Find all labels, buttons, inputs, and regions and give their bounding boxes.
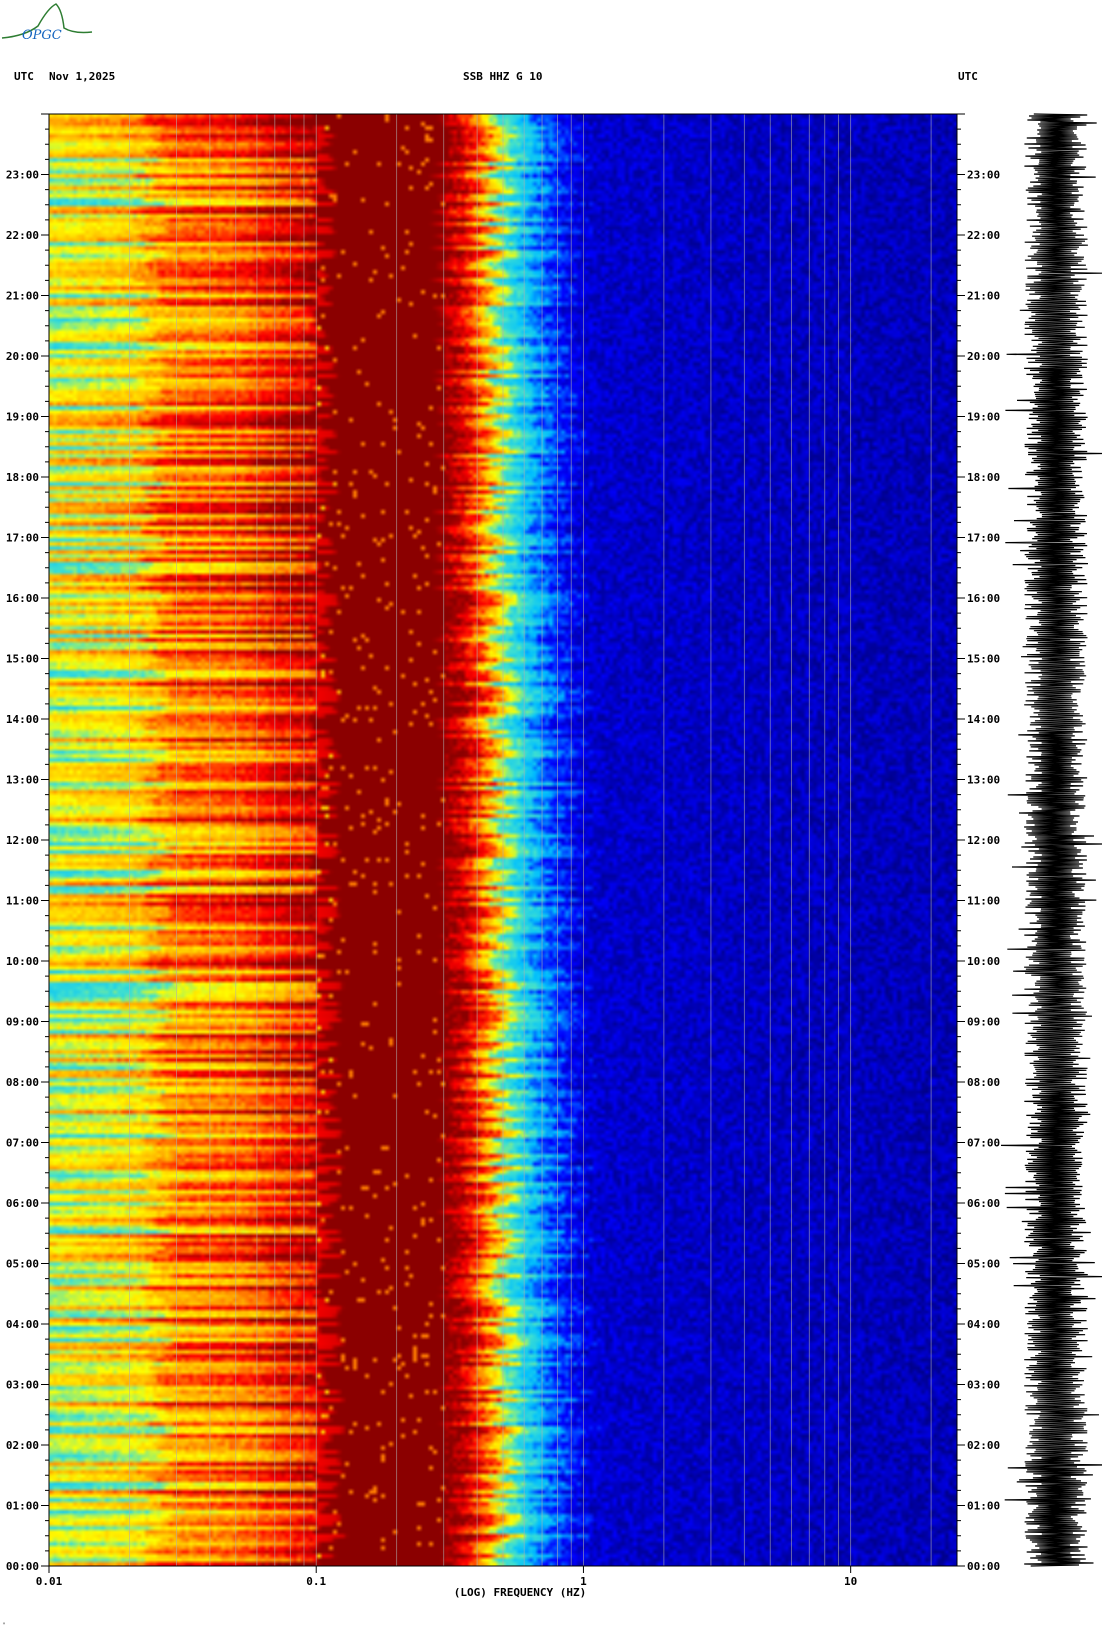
- frequency-axis: 0.01 0.1 1 10: [36, 1566, 857, 1588]
- y-tick-label-left: 08:00: [6, 1076, 39, 1089]
- y-tick-label-right: 04:00: [967, 1318, 1000, 1331]
- y-tick-label-left: 06:00: [6, 1197, 39, 1210]
- y-tick-label-right: 05:00: [967, 1258, 1000, 1271]
- y-tick-label-right: 19:00: [967, 411, 1000, 424]
- x-tick-label: 10: [844, 1575, 857, 1588]
- y-tick-label-right: 14:00: [967, 713, 1000, 726]
- y-tick-label-right: 17:00: [967, 532, 1000, 545]
- y-tick-label-right: 10:00: [967, 955, 1000, 968]
- y-tick-label-left: 21:00: [6, 290, 39, 303]
- y-tick-label-left: 11:00: [6, 895, 39, 908]
- y-tick-label-left: 22:00: [6, 229, 39, 242]
- y-tick-label-right: 22:00: [967, 229, 1000, 242]
- y-tick-label-left: 03:00: [6, 1379, 39, 1392]
- y-tick-label-left: 23:00: [6, 169, 39, 182]
- y-tick-label-left: 09:00: [6, 1016, 39, 1029]
- y-tick-label-left: 10:00: [6, 955, 39, 968]
- y-tick-label-right: 09:00: [967, 1016, 1000, 1029]
- y-tick-label-left: 20:00: [6, 350, 39, 363]
- y-tick-label-right: 11:00: [967, 895, 1000, 908]
- seismogram-line: [1000, 113, 1102, 1567]
- y-tick-label-right: 23:00: [967, 169, 1000, 182]
- y-tick-label-right: 15:00: [967, 653, 1000, 666]
- y-tick-label-left: 05:00: [6, 1258, 39, 1271]
- seismogram-trace: [1000, 113, 1102, 1567]
- y-tick-label-right: 02:00: [967, 1439, 1000, 1452]
- y-tick-label-right: 12:00: [967, 834, 1000, 847]
- y-tick-label-right: 01:00: [967, 1500, 1000, 1513]
- y-tick-label-left: 02:00: [6, 1439, 39, 1452]
- y-tick-label-right: 07:00: [967, 1137, 1000, 1150]
- y-tick-label-left: 07:00: [6, 1137, 39, 1150]
- y-tick-label-right: 08:00: [967, 1076, 1000, 1089]
- corner-mark: ": [2, 1622, 6, 1629]
- y-tick-label-left: 16:00: [6, 592, 39, 605]
- y-tick-label-right: 00:00: [967, 1560, 1000, 1573]
- y-tick-label-left: 13:00: [6, 774, 39, 787]
- y-tick-label-right: 13:00: [967, 774, 1000, 787]
- x-tick-label: 0.1: [306, 1575, 326, 1588]
- x-tick-label: 0.01: [36, 1575, 63, 1588]
- spectrogram-chart: 00:00 00:00 01:00 01:00 02:00 02:00 03:00 03:00…: [6, 113, 1102, 1599]
- y-tick-label-left: 04:00: [6, 1318, 39, 1331]
- y-tick-label-right: 06:00: [967, 1197, 1000, 1210]
- y-tick-label-right: 20:00: [967, 350, 1000, 363]
- y-tick-label-left: 19:00: [6, 411, 39, 424]
- y-tick-label-left: 12:00: [6, 834, 39, 847]
- y-tick-label-right: 03:00: [967, 1379, 1000, 1392]
- y-tick-label-left: 17:00: [6, 532, 39, 545]
- y-tick-label-left: 18:00: [6, 471, 39, 484]
- y-tick-label-left: 01:00: [6, 1500, 39, 1513]
- x-axis-label: (LOG) FREQUENCY (HZ): [454, 1586, 586, 1599]
- y-tick-label-left: 00:00: [6, 1560, 39, 1573]
- y-tick-label-left: 14:00: [6, 713, 39, 726]
- y-tick-label-right: 16:00: [967, 592, 1000, 605]
- y-tick-label-right: 18:00: [967, 471, 1000, 484]
- y-tick-label-left: 15:00: [6, 653, 39, 666]
- y-tick-label-right: 21:00: [967, 290, 1000, 303]
